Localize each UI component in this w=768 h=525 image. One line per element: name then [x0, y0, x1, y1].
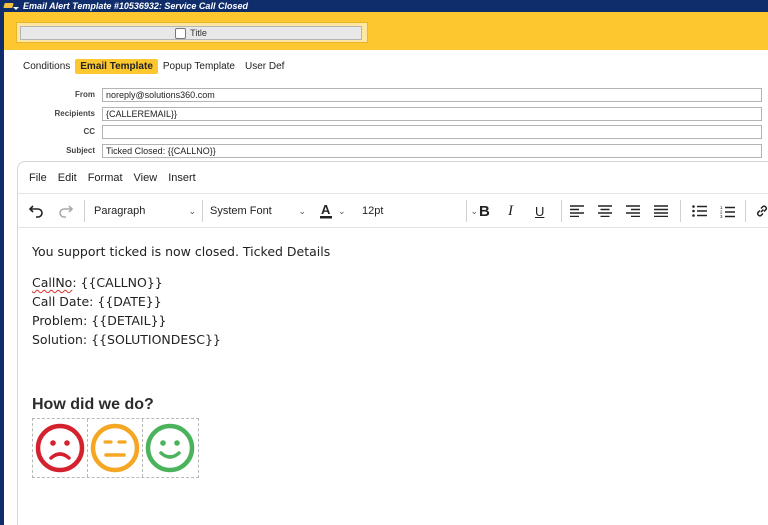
callno-value: : {{CALLNO}} [72, 275, 163, 290]
svg-text:A: A [321, 202, 331, 217]
tab-user-def[interactable]: User Def [240, 59, 289, 74]
sad-face-icon [35, 423, 85, 473]
cc-label: CC [83, 127, 95, 136]
chevron-down-icon: ⌄ [298, 205, 306, 216]
numbered-list-icon: 123 [720, 205, 735, 218]
underline-icon: U [535, 203, 545, 219]
cc-row: CC [0, 124, 762, 139]
align-right-icon [626, 205, 640, 217]
tab-bar: Conditions Email Template Popup Template… [18, 58, 289, 74]
link-icon [756, 205, 768, 217]
menu-format[interactable]: Format [88, 172, 123, 184]
recipients-row: Recipients {CALLEREMAIL}} [0, 106, 762, 121]
recipients-label: Recipients [54, 109, 95, 118]
text-color-icon: A [320, 202, 332, 219]
align-justify-button[interactable] [654, 194, 668, 228]
chevron-down-icon: ⌄ [470, 205, 478, 216]
toolbar-divider [561, 200, 562, 222]
svg-text:3: 3 [720, 214, 723, 218]
window-titlebar: Email Alert Template #10536932: Service … [0, 0, 768, 12]
align-left-button[interactable] [570, 194, 584, 228]
font-size-value: 12pt [362, 205, 384, 217]
survey-heading: How did we do? [32, 396, 154, 413]
body-solution: Solution: {{SOLUTIONDESC}} [32, 332, 221, 347]
cc-input[interactable] [102, 124, 762, 139]
toolbar-divider [84, 200, 85, 222]
font-size-select[interactable]: 12pt ⌄ [362, 194, 478, 228]
underline-button[interactable]: U [535, 194, 544, 228]
menu-file[interactable]: File [29, 172, 47, 184]
happy-face-icon [146, 423, 195, 473]
redo-icon [59, 205, 74, 218]
toolbar-divider [202, 200, 203, 222]
recipients-input[interactable]: {CALLEREMAIL}} [102, 106, 762, 121]
toolbar-divider [466, 200, 467, 222]
from-row: From noreply@solutions360.com [0, 87, 762, 102]
editor-content[interactable]: You support ticked is now closed. Ticked… [18, 229, 768, 478]
editor-toolbar: Paragraph ⌄ System Font ⌄ A ⌄ 12pt ⌄ B I… [18, 194, 768, 228]
font-family-select[interactable]: System Font ⌄ [210, 194, 306, 228]
align-right-button[interactable] [626, 194, 640, 228]
chevron-down-icon: ⌄ [338, 205, 346, 216]
italic-button[interactable]: I [508, 194, 513, 228]
editor-menubar: File Edit Format View Insert [18, 162, 768, 194]
from-input[interactable]: noreply@solutions360.com [102, 87, 762, 102]
neutral-face-icon [90, 423, 140, 473]
align-center-icon [598, 205, 612, 217]
face-cell[interactable] [33, 419, 88, 477]
bold-icon: B [479, 202, 490, 220]
bullet-list-button[interactable] [692, 194, 707, 228]
title-field[interactable]: Title [20, 26, 362, 40]
text-color-dropdown[interactable]: ⌄ [338, 194, 346, 228]
block-format-select[interactable]: Paragraph ⌄ [94, 194, 196, 228]
from-label: From [75, 90, 95, 99]
title-field-wrapper: Title [16, 22, 368, 43]
undo-icon [28, 205, 43, 218]
block-format-value: Paragraph [94, 205, 146, 217]
menu-view[interactable]: View [134, 172, 158, 184]
tab-conditions[interactable]: Conditions [18, 59, 75, 74]
bullet-list-icon [692, 205, 707, 217]
body-intro: You support ticked is now closed. Ticked… [32, 244, 331, 259]
italic-icon: I [508, 202, 513, 219]
align-justify-icon [654, 205, 668, 217]
align-left-icon [570, 205, 584, 217]
align-center-button[interactable] [598, 194, 612, 228]
menu-insert[interactable]: Insert [168, 172, 196, 184]
tab-email-template[interactable]: Email Template [75, 58, 158, 74]
face-cell[interactable] [88, 419, 143, 477]
undo-button[interactable] [28, 194, 44, 228]
face-cell[interactable] [143, 419, 198, 477]
body-call-date: Call Date: {{DATE}} [32, 294, 162, 309]
tab-popup-template[interactable]: Popup Template [158, 59, 240, 74]
title-field-label: Title [190, 28, 207, 38]
survey-faces [32, 418, 199, 478]
numbered-list-button[interactable]: 123 [720, 194, 735, 228]
window-title: Email Alert Template #10536932: Service … [23, 1, 248, 11]
body-spacer [32, 349, 768, 389]
toolbar-divider [745, 200, 746, 222]
chevron-down-icon: ⌄ [188, 205, 196, 216]
font-family-value: System Font [210, 205, 272, 217]
rich-text-editor: File Edit Format View Insert Paragraph ⌄… [17, 161, 768, 525]
callno-word: CallNo [32, 275, 73, 290]
menu-edit[interactable]: Edit [58, 172, 77, 184]
title-checkbox[interactable] [175, 27, 187, 39]
subject-row: Subject Ticked Closed: {{CALLNO}} [0, 143, 762, 158]
subject-input[interactable]: Ticked Closed: {{CALLNO}} [102, 143, 762, 158]
body-problem: Problem: {{DETAIL}} [32, 313, 167, 328]
app-icon[interactable] [3, 1, 19, 11]
toolbar-divider [680, 200, 681, 222]
subject-label: Subject [66, 146, 95, 155]
bold-button[interactable]: B [479, 194, 490, 228]
text-color-button[interactable]: A [318, 194, 334, 228]
body-callno-line: CallNo: {{CALLNO}} [32, 273, 768, 292]
redo-button[interactable] [58, 194, 74, 228]
link-button[interactable] [755, 194, 768, 228]
